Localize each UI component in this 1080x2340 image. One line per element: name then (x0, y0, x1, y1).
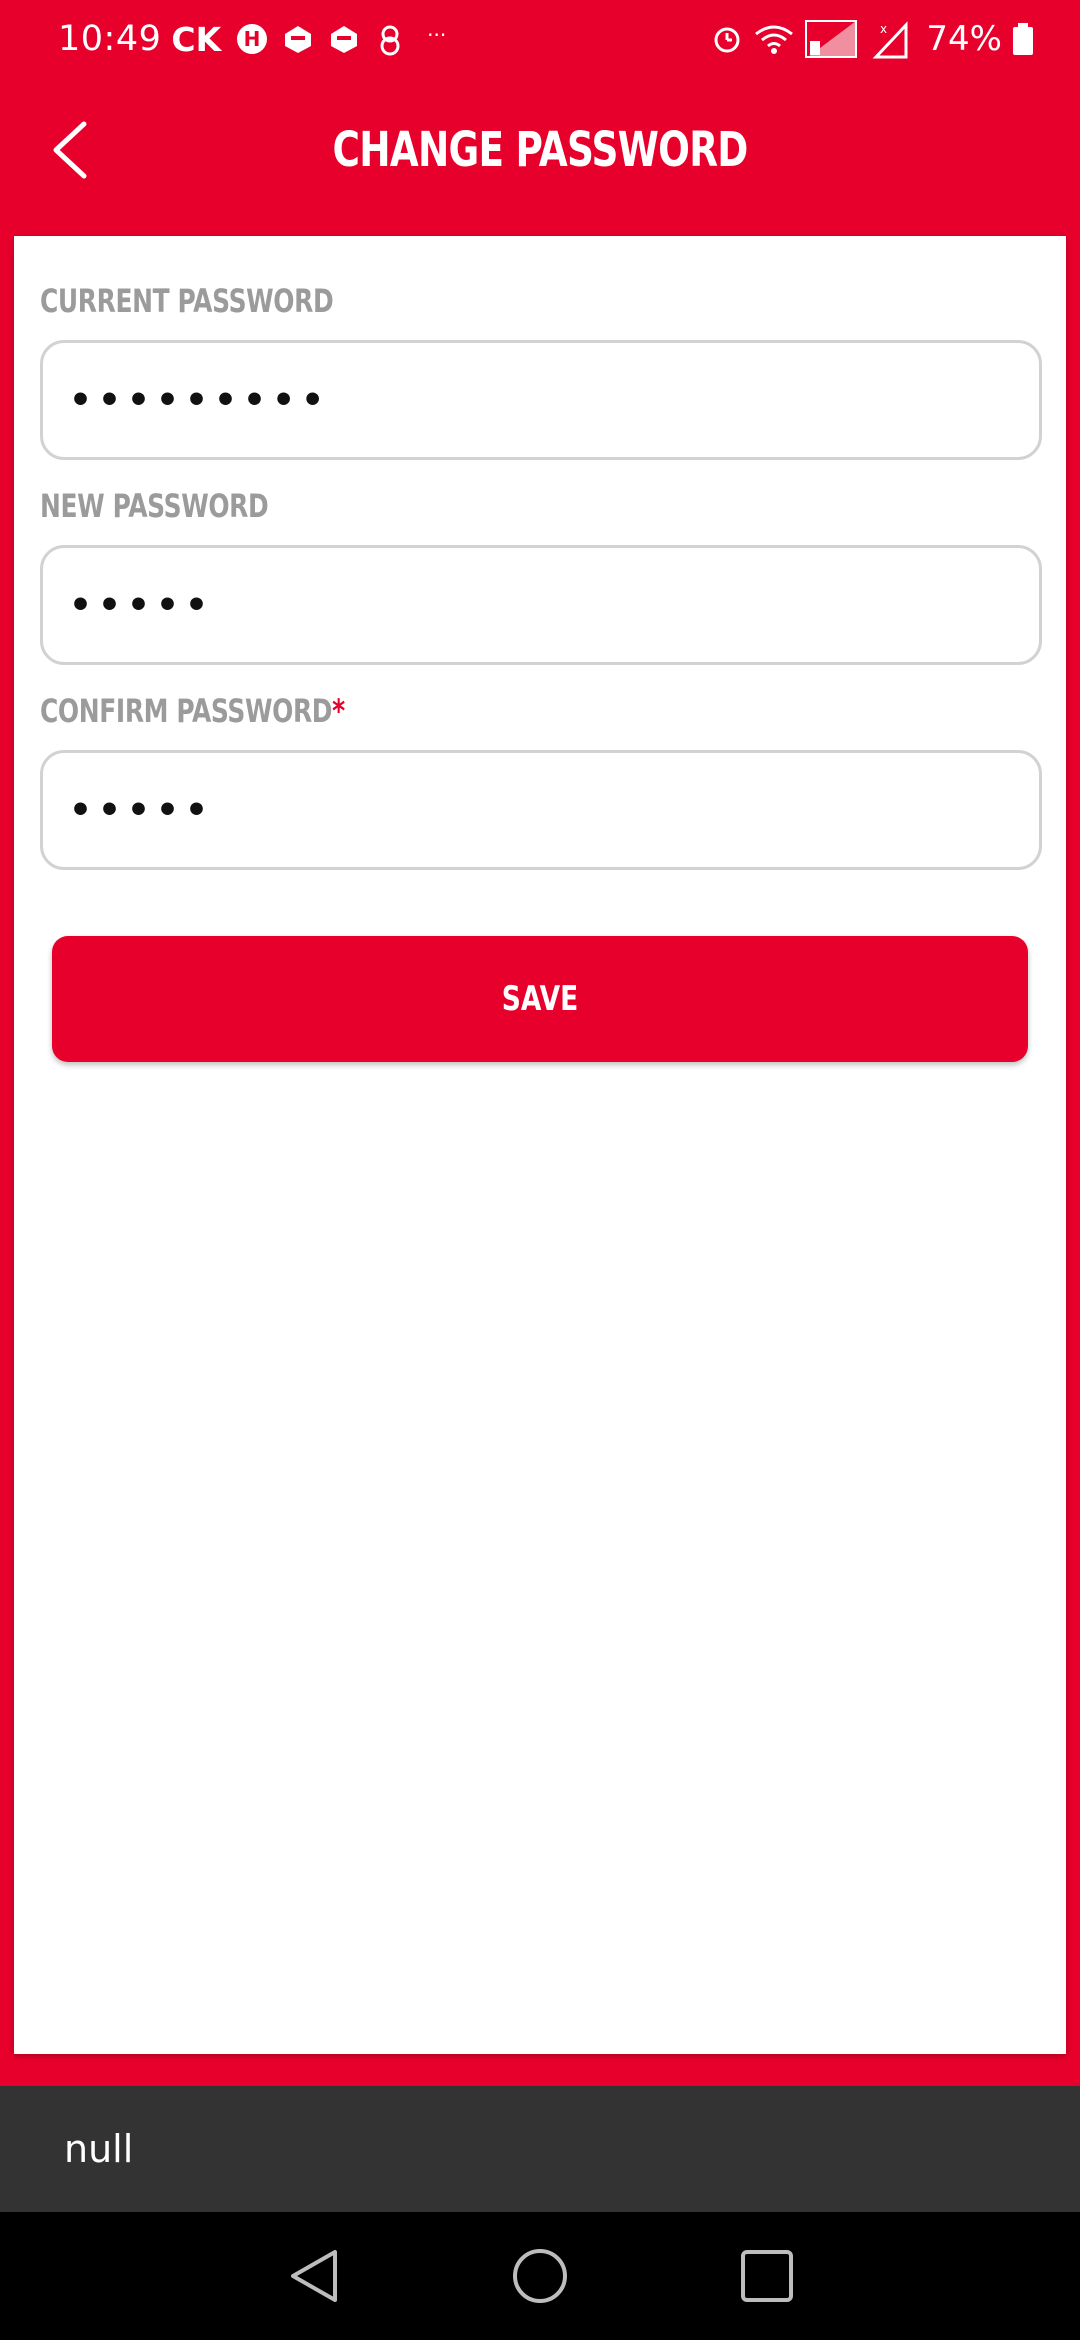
app-icon (285, 26, 312, 53)
current-password-label: CURRENT PASSWORD (40, 282, 334, 320)
nav-recents-button[interactable] (727, 2236, 807, 2316)
status-notification-icons: H ··· (235, 22, 446, 56)
recents-square-icon (740, 2250, 793, 2302)
status-battery-percent: 74% (926, 19, 1002, 59)
required-asterisk: * (332, 692, 345, 730)
status-carrier: CK (171, 19, 222, 59)
current-password-field[interactable]: ••••••••• (40, 340, 1042, 460)
new-password-field[interactable]: ••••• (40, 545, 1042, 665)
back-button[interactable] (34, 114, 106, 186)
new-password-value: ••••• (69, 584, 215, 626)
svg-text:H: H (244, 27, 261, 51)
confirm-password-label: CONFIRM PASSWORD* (40, 692, 345, 730)
baby-icon (380, 25, 400, 56)
screen: 10:49 CK H ··· x 74% CHANGE PASSWORD CUR… (0, 0, 1080, 2340)
change-password-form: CURRENT PASSWORD ••••••••• NEW PASSWORD … (14, 236, 1066, 2054)
hanime-icon: H (237, 24, 268, 54)
back-triangle-icon (291, 2250, 338, 2302)
signal-sim1-icon (805, 20, 858, 58)
nav-home-button[interactable] (500, 2236, 580, 2316)
status-time: 10:49 (58, 19, 162, 59)
nav-back-button[interactable] (273, 2236, 353, 2316)
alarm-icon (714, 27, 740, 53)
new-password-label: NEW PASSWORD (40, 487, 269, 525)
signal-sim2-icon: x (872, 21, 908, 59)
toast-text: null (64, 2127, 134, 2171)
wifi-icon (755, 25, 794, 54)
app-icon (331, 26, 358, 53)
current-password-value: ••••••••• (69, 379, 331, 421)
system-nav-bar (0, 2212, 1080, 2340)
svg-text:x: x (880, 22, 887, 36)
home-circle-icon (512, 2249, 567, 2303)
toast-message: null (0, 2086, 1080, 2212)
save-button[interactable]: SAVE (52, 936, 1028, 1062)
status-bar: 10:49 CK H ··· x 74% (0, 0, 1080, 78)
page-title: CHANGE PASSWORD (332, 122, 748, 178)
save-button-label: SAVE (501, 979, 579, 1019)
status-system-icons: x 74% (710, 19, 1034, 59)
app-bar: CHANGE PASSWORD (0, 78, 1080, 222)
confirm-password-value: ••••• (69, 789, 215, 831)
confirm-password-field[interactable]: ••••• (40, 750, 1042, 870)
battery-icon (1013, 23, 1033, 55)
chevron-left-icon (53, 121, 87, 179)
status-overflow: ··· (427, 23, 447, 47)
confirm-password-label-text: CONFIRM PASSWORD (40, 692, 333, 730)
